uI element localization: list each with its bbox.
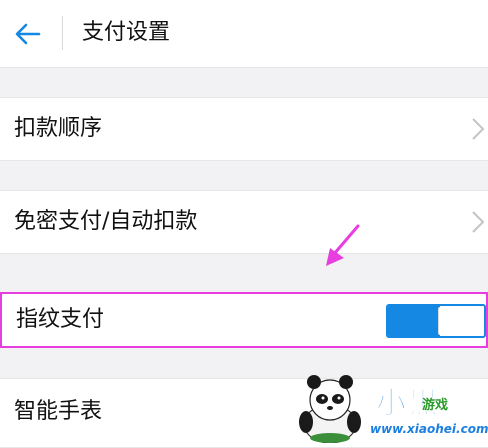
- page-title: 支付设置: [82, 20, 171, 45]
- watermark-logo: 小黑 游戏 www.xiaohei.com: [290, 372, 488, 443]
- row-password-free-payment[interactable]: 免密支付/自动扣款: [0, 190, 488, 254]
- chevron-right-icon: [472, 118, 485, 140]
- toggle-fill: [388, 306, 440, 336]
- back-button[interactable]: [8, 14, 48, 54]
- header-divider: [62, 16, 63, 50]
- toggle-knob: [438, 307, 484, 335]
- watermark-tag: 游戏: [422, 398, 449, 413]
- watermark-url: www.xiaohei.com: [370, 422, 488, 436]
- nav-bar: 支付设置: [0, 0, 488, 68]
- row-label: 扣款顺序: [14, 116, 103, 141]
- arrow-left-icon: [15, 23, 41, 45]
- fingerprint-toggle[interactable]: [386, 304, 486, 338]
- row-deduction-order[interactable]: 扣款顺序: [0, 97, 488, 161]
- row-label: 指纹支付: [16, 307, 105, 332]
- row-label: 智能手表: [14, 399, 103, 424]
- row-label: 免密支付/自动扣款: [14, 209, 198, 234]
- chevron-right-icon: [472, 211, 485, 233]
- annotation-arrow-icon: [326, 224, 360, 266]
- panda-mascot-icon: [299, 375, 361, 443]
- row-fingerprint-payment: 指纹支付: [0, 292, 488, 348]
